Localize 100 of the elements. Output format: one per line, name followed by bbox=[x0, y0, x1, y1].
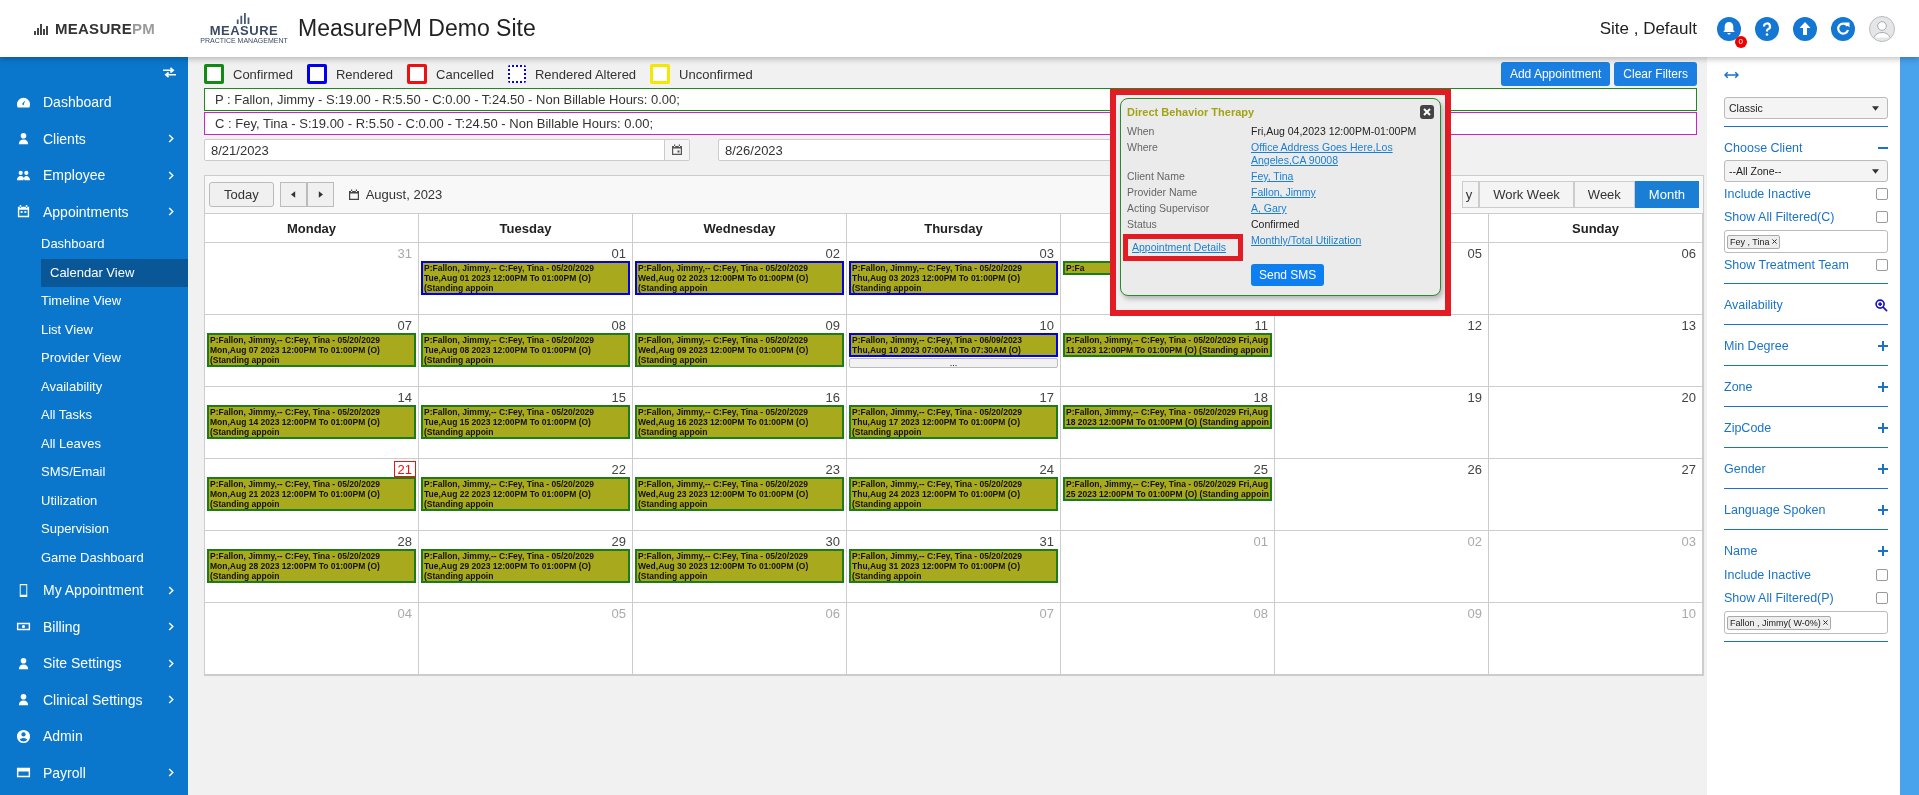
checkbox[interactable] bbox=[1876, 569, 1888, 581]
option-label: Show All Filtered(P) bbox=[1724, 591, 1834, 605]
appointment-event[interactable]: P:Fallon, Jimmy,-- C:Fey, Tina - 05/20/2029 Tue,Aug 08 2023 12:00PM To 01:00PM (O) (Standing appoin bbox=[421, 333, 630, 367]
legend-label: Rendered bbox=[335, 66, 394, 82]
appointment-event[interactable]: P:Fallon, Jimmy,-- C:Fey, Tina - 05/20/2029 Wed,Aug 23 2023 12:00PM To 01:00PM (O) (Standing appoin bbox=[635, 477, 844, 511]
checkbox[interactable] bbox=[1876, 211, 1888, 223]
sidebar-subitem[interactable]: Availability bbox=[41, 372, 188, 401]
sidebar-subitem[interactable]: Timeline View bbox=[41, 287, 188, 316]
detail-link[interactable]: A, Gary bbox=[1251, 202, 1287, 215]
sidebar-item[interactable]: Payroll bbox=[0, 754, 188, 791]
sidebar-subitem[interactable]: Provider View bbox=[41, 344, 188, 373]
sidebar-subitem[interactable]: SMS/Email bbox=[41, 458, 188, 487]
detail-link[interactable]: Office Address Goes Here,Los Angeles,CA 90008 bbox=[1251, 141, 1434, 167]
start-date-field[interactable]: 8/21/2023 bbox=[204, 139, 690, 161]
send-sms-button[interactable]: Send SMS bbox=[1251, 264, 1325, 286]
sidebar-subitem[interactable]: Game Dashboard bbox=[41, 543, 188, 572]
appointment-event[interactable]: P:Fallon, Jimmy,-- C:Fey, Tina - 05/20/2029 Thu,Aug 17 2023 12:00PM To 01:00PM (O) (Standing appoin bbox=[849, 405, 1058, 439]
plus-icon[interactable] bbox=[1878, 505, 1888, 515]
section-header[interactable]: Gender bbox=[1724, 462, 1766, 476]
plus-icon[interactable] bbox=[1878, 546, 1888, 556]
sidebar-item[interactable]: Employee bbox=[0, 157, 188, 194]
sidebar-item[interactable]: My Appointment bbox=[0, 572, 188, 609]
view-tab[interactable]: Month bbox=[1634, 181, 1699, 208]
appointment-event[interactable]: P:Fallon, Jimmy,-- C:Fey, Tina - 05/20/2029 Wed,Aug 30 2023 12:00PM To 01:00PM (O) (Standing appoin bbox=[635, 549, 844, 583]
sidebar-subitem[interactable]: Utilization bbox=[41, 486, 188, 515]
section-header[interactable]: Choose Client bbox=[1724, 141, 1803, 155]
tag-field[interactable]: Fallon , Jimmy( W-0%) bbox=[1724, 611, 1888, 634]
appointment-event[interactable]: P:Fallon, Jimmy,-- C:Fey, Tina - 05/20/2029 Mon,Aug 14 2023 12:00PM To 01:00PM (O) (Standing appoin bbox=[207, 405, 416, 439]
sidebar-subitem[interactable]: List View bbox=[41, 315, 188, 344]
sidebar-item[interactable]: Site Settings bbox=[0, 645, 188, 682]
view-tab[interactable]: y bbox=[1461, 181, 1480, 208]
action-button[interactable]: Clear Filters bbox=[1614, 62, 1697, 86]
sidebar-item[interactable]: Dashboard bbox=[0, 84, 188, 121]
checkbox[interactable] bbox=[1876, 259, 1888, 271]
appointment-event[interactable]: P:Fallon, Jimmy,-- C:Fey, Tina - 05/20/2029 Thu,Aug 24 2023 12:00PM To 01:00PM (O) (Standing appoin bbox=[849, 477, 1058, 511]
bell-icon[interactable] bbox=[1717, 16, 1741, 41]
legend-label: Unconfirmed bbox=[679, 66, 753, 82]
checkbox[interactable] bbox=[1876, 592, 1888, 604]
day-number: 23 bbox=[824, 461, 841, 477]
upload-icon[interactable] bbox=[1793, 16, 1817, 41]
today-button[interactable]: Today bbox=[209, 182, 274, 207]
help-icon[interactable] bbox=[1755, 16, 1779, 41]
appointment-event[interactable]: P:Fallon, Jimmy,-- C:Fey, Tina - 05/20/2029 Fri,Aug 25 2023 12:00PM To 01:00PM (O) (Standing appoin bbox=[1063, 477, 1272, 501]
plus-icon[interactable] bbox=[1878, 382, 1888, 392]
appointment-event[interactable]: P:Fallon, Jimmy,-- C:Fey, Tina - 05/20/2029 Wed,Aug 16 2023 12:00PM To 01:00PM (O) (Standing appoin bbox=[635, 405, 844, 439]
detail-link[interactable]: Fey, Tina bbox=[1251, 170, 1294, 183]
sidebar-item[interactable]: Appointments bbox=[0, 193, 188, 230]
appointment-event[interactable]: P:Fallon, Jimmy,-- C:Fey, Tina - 05/20/2029 Tue,Aug 01 2023 12:00PM To 01:00PM (O) (Standing appoin bbox=[421, 261, 630, 295]
appointment-details-link[interactable]: Appointment Details bbox=[1132, 241, 1226, 254]
more-events-button[interactable]: ... bbox=[849, 358, 1058, 368]
tag-field[interactable]: Fey , Tina bbox=[1724, 230, 1888, 253]
appointment-event[interactable]: P:Fallon, Jimmy,-- C:Fey, Tina - 05/20/2029 Tue,Aug 22 2023 12:00PM To 01:00PM (O) (Standing appoin bbox=[421, 477, 630, 511]
day-number: 25 bbox=[1252, 461, 1269, 477]
section-header[interactable]: ZipCode bbox=[1724, 421, 1772, 435]
refresh-icon[interactable] bbox=[1831, 16, 1855, 41]
view-tab[interactable]: Week bbox=[1573, 181, 1635, 208]
section-header[interactable]: Min Degree bbox=[1724, 339, 1789, 353]
sidebar-subitem[interactable]: Dashboard bbox=[41, 230, 188, 259]
appointment-event[interactable]: P:Fallon, Jimmy,-- C:Fey, Tina - 05/20/2029 Thu,Aug 03 2023 12:00PM To 01:00PM (O) (Standing appoin bbox=[849, 261, 1058, 295]
dropdown[interactable]: --All Zone-- bbox=[1724, 160, 1888, 182]
appointment-event[interactable]: P:Fallon, Jimmy,-- C:Fey, Tina - 05/20/2029 Tue,Aug 15 2023 12:00PM To 01:00PM (O) (Standing appoin bbox=[421, 405, 630, 439]
section-header[interactable]: Name bbox=[1724, 544, 1758, 558]
section-header[interactable]: Language Spoken bbox=[1724, 503, 1826, 517]
plus-icon[interactable] bbox=[1878, 341, 1888, 351]
utilization-link[interactable]: Monthly/Total Utilization bbox=[1251, 234, 1362, 247]
swap-arrows-icon[interactable] bbox=[162, 67, 177, 78]
view-tab[interactable]: Work Week bbox=[1479, 181, 1574, 208]
sidebar-subitem[interactable]: Supervision bbox=[41, 515, 188, 544]
checkbox[interactable] bbox=[1876, 188, 1888, 200]
appointment-event[interactable]: P:Fallon, Jimmy,-- C:Fey, Tina - 05/20/2029 Fri,Aug 18 2023 12:00PM To 01:00PM (O) (Standing appoin bbox=[1063, 405, 1272, 429]
remove-icon[interactable] bbox=[1771, 239, 1777, 244]
appointment-event[interactable]: P:Fallon, Jimmy,-- C:Fey, Tina - 05/20/2029 Mon,Aug 07 2023 12:00PM To 01:00PM (O) (Standing appoin bbox=[207, 333, 416, 367]
appointment-event[interactable]: P:Fallon, Jimmy,-- C:Fey, Tina - 05/20/2029 Tue,Aug 29 2023 12:00PM To 01:00PM (O) (Standing appoin bbox=[421, 549, 630, 583]
sidebar-subitem[interactable]: Calendar View bbox=[41, 258, 188, 287]
sidebar-item[interactable]: Clinical Settings bbox=[0, 681, 188, 718]
plus-icon[interactable] bbox=[1878, 464, 1888, 474]
dropdown[interactable]: Classic bbox=[1724, 97, 1888, 119]
close-icon[interactable] bbox=[1420, 105, 1434, 119]
appointment-event[interactable]: P:Fallon, Jimmy,-- C:Fey, Tina - 05/20/2029 Fri,Aug 11 2023 12:00PM To 01:00PM (O) (Standing appoin bbox=[1063, 333, 1272, 357]
appointment-event[interactable]: P:Fallon, Jimmy,-- C:Fey, Tina - 05/20/2029 Wed,Aug 09 2023 12:00PM To 01:00PM (O) (Standing appoin bbox=[635, 333, 844, 367]
sidebar-item[interactable]: Billing bbox=[0, 608, 188, 645]
appointment-event[interactable]: P:Fallon, Jimmy,-- C:Fey, Tina - 05/20/2029 Mon,Aug 28 2023 12:00PM To 01:00PM (O) (Standing appoin bbox=[207, 549, 416, 583]
remove-icon[interactable] bbox=[1822, 620, 1828, 625]
plus-icon[interactable] bbox=[1878, 423, 1888, 433]
section-header[interactable]: Availability bbox=[1724, 298, 1783, 312]
zoom-in-icon[interactable] bbox=[1875, 298, 1888, 312]
appointment-event[interactable]: P:Fallon, Jimmy,-- C:Fey, Tina - 05/20/2029 Mon,Aug 21 2023 12:00PM To 01:00PM (O) (Standing appoin bbox=[207, 477, 416, 511]
sidebar-subitem[interactable]: All Tasks bbox=[41, 401, 188, 430]
appointment-event[interactable]: P:Fallon, Jimmy,-- C:Fey, Tina - 06/09/2023 Thu,Aug 10 2023 07:00AM To 07:30AM (O) bbox=[849, 333, 1058, 357]
sidebar-item[interactable]: Admin bbox=[0, 718, 188, 755]
sidebar-item[interactable]: Clients bbox=[0, 120, 188, 157]
site-selector[interactable]: Site , Default bbox=[1599, 18, 1697, 39]
expand-arrows-icon[interactable] bbox=[1724, 71, 1739, 79]
detail-link[interactable]: Fallon, Jimmy bbox=[1251, 186, 1316, 199]
sidebar-subitem[interactable]: All Leaves bbox=[41, 429, 188, 458]
date-picker-button[interactable] bbox=[664, 140, 689, 160]
appointment-event[interactable]: P:Fallon, Jimmy,-- C:Fey, Tina - 05/20/2029 Thu,Aug 31 2023 12:00PM To 01:00PM (O) (Standing appoin bbox=[849, 549, 1058, 583]
section-header[interactable]: Zone bbox=[1724, 380, 1753, 394]
action-button[interactable]: Add Appointment bbox=[1500, 62, 1611, 86]
appointment-event[interactable]: P:Fallon, Jimmy,-- C:Fey, Tina - 05/20/2029 Wed,Aug 02 2023 12:00PM To 01:00PM (O) (Standing appoin bbox=[635, 261, 844, 295]
